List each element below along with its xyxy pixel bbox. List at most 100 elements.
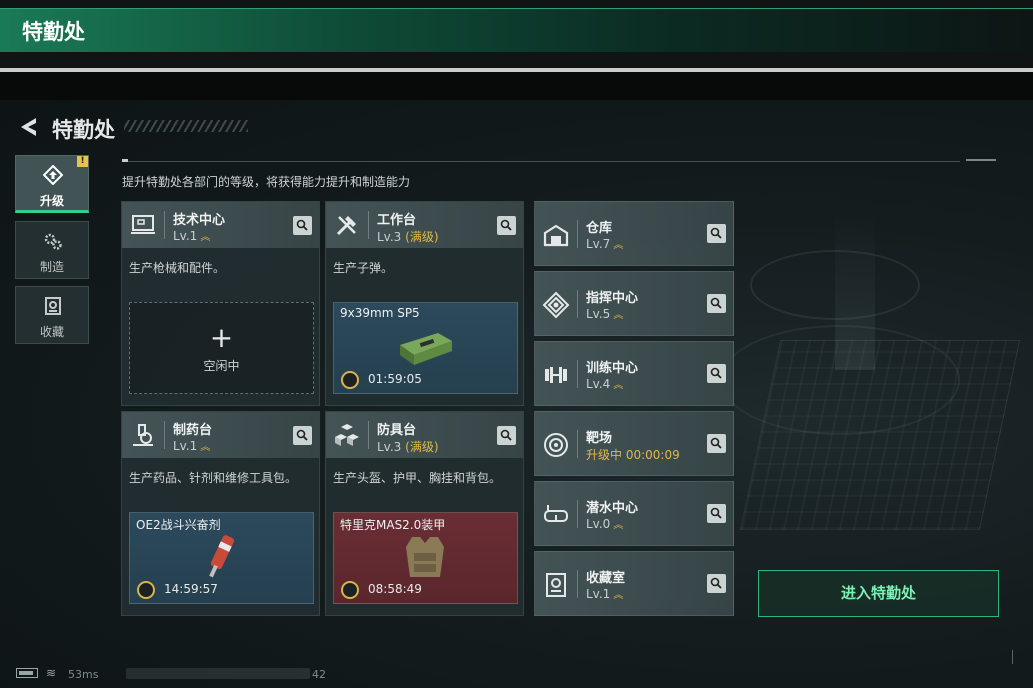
dept-level: Lv.1 ︽ xyxy=(173,439,211,453)
tab-craft[interactable]: 制造 xyxy=(15,221,89,279)
upgrade-arrow-icon: ︽ xyxy=(613,240,624,251)
dept-level: Lv.3 (满级) xyxy=(377,440,439,454)
game-panel: 特勤处 提升特勤处各部门的等级，将获得能力提升和制造能力 ! 升级 制造 收藏 xyxy=(0,100,1033,688)
collection-icon xyxy=(45,297,61,315)
header-separator xyxy=(368,211,369,239)
header-separator xyxy=(164,211,165,239)
search-icon[interactable] xyxy=(707,364,726,383)
title-decoration xyxy=(124,120,248,132)
upgrade-icon xyxy=(43,165,63,185)
dept-level: Lv.3 (满级) xyxy=(377,230,439,244)
search-icon[interactable] xyxy=(293,216,312,235)
banner-strip xyxy=(0,8,1033,52)
timer-icon xyxy=(341,581,359,599)
body-armor-icon xyxy=(406,537,444,577)
dept-card-armor-bench[interactable]: 防具台 Lv.3 (满级) 生产头盔、护甲、胸挂和背包。 特里克MAS2.0装甲… xyxy=(325,411,524,616)
battery-icon xyxy=(16,668,38,678)
search-icon[interactable] xyxy=(707,504,726,523)
dept-row-command-center[interactable]: 指挥中心 Lv.5 ︽ xyxy=(534,271,734,336)
dept-level: Lv.1 ︽ xyxy=(173,229,211,243)
search-icon[interactable] xyxy=(707,434,726,453)
alert-badge: ! xyxy=(77,156,88,167)
header-separator xyxy=(577,430,578,458)
production-slot[interactable]: 9x39mm SP5 01:59:05 xyxy=(333,302,518,394)
banner-gap xyxy=(0,72,1033,100)
dept-row-shooting-range[interactable]: 靶场 升级中 00:00:09 xyxy=(534,411,734,476)
dept-row-diving-center[interactable]: 潜水中心 Lv.0 ︽ xyxy=(534,481,734,546)
dept-description: 生产头盔、护甲、胸挂和背包。 xyxy=(333,471,502,485)
tab-upgrade[interactable]: ! 升级 xyxy=(15,155,89,213)
search-icon[interactable] xyxy=(707,224,726,243)
product-name: 9x39mm SP5 xyxy=(340,306,420,320)
dept-level: Lv.4 ︽ xyxy=(586,377,624,391)
dept-description: 生产药品、针剂和维修工具包。 xyxy=(129,471,298,485)
dept-description: 生产子弹。 xyxy=(333,261,394,275)
dept-card-pharmacy[interactable]: 制药台 Lv.1 ︽ 生产药品、针剂和维修工具包。 OE2战斗兴奋剂 14:59:… xyxy=(121,411,320,616)
search-icon[interactable] xyxy=(707,574,726,593)
search-icon[interactable] xyxy=(707,294,726,313)
timer-icon xyxy=(341,371,359,389)
wifi-icon: ≋ xyxy=(46,666,57,680)
upgrade-arrow-icon: ︽ xyxy=(613,380,624,391)
corner-decoration xyxy=(1012,650,1013,664)
timer-icon xyxy=(137,581,155,599)
header-tick xyxy=(122,159,128,162)
search-icon[interactable] xyxy=(497,426,516,445)
dept-name: 潜水中心 xyxy=(586,501,639,516)
dept-level: Lv.7 ︽ xyxy=(586,237,624,251)
search-icon[interactable] xyxy=(293,426,312,445)
header-separator xyxy=(577,290,578,318)
uid-redacted xyxy=(126,668,310,679)
status-bar: ≋ 53ms 42 xyxy=(0,662,1033,688)
product-name: OE2战斗兴奋剂 xyxy=(136,518,221,532)
enter-special-ops-button[interactable]: 进入特勤处 xyxy=(758,570,999,617)
dept-level: Lv.5 ︽ xyxy=(586,307,624,321)
dept-card-tech-center[interactable]: 技术中心 Lv.1 ︽ 生产枪械和配件。 + 空闲中 xyxy=(121,201,320,406)
production-slot[interactable]: OE2战斗兴奋剂 14:59:57 xyxy=(129,512,314,604)
slot-status: 空闲中 xyxy=(203,359,240,373)
dumbbell-icon xyxy=(545,367,567,383)
tab-collection[interactable]: 收藏 xyxy=(15,286,89,344)
header-divider xyxy=(122,161,960,162)
dept-row-training-center[interactable]: 训练中心 Lv.4 ︽ xyxy=(534,341,734,406)
gears-icon xyxy=(44,233,62,250)
page-title: 特勤处 xyxy=(52,118,115,142)
diving-mask-icon xyxy=(544,505,568,522)
upgrade-arrow-icon: ︽ xyxy=(613,520,624,531)
collection-room-icon xyxy=(546,573,566,597)
dept-row-warehouse[interactable]: 仓库 Lv.7 ︽ xyxy=(534,201,734,266)
search-icon[interactable] xyxy=(497,216,516,235)
add-icon: + xyxy=(209,321,234,354)
dept-row-collection-room[interactable]: 收藏室 Lv.1 ︽ xyxy=(534,551,734,616)
back-arrow-icon[interactable] xyxy=(16,115,40,139)
dept-card-workbench[interactable]: 工作台 Lv.3 (满级) 生产子弹。 9x39mm SP5 01:59:05 xyxy=(325,201,524,406)
dept-level: Lv.1 ︽ xyxy=(586,587,624,601)
production-slot[interactable]: 特里克MAS2.0装甲 08:58:49 xyxy=(333,512,518,604)
dept-name: 制药台 xyxy=(173,423,213,438)
dept-name: 靶场 xyxy=(586,431,613,446)
header-separator xyxy=(368,421,369,449)
upgrade-arrow-icon: ︽ xyxy=(613,590,624,601)
dept-name: 防具台 xyxy=(377,423,417,438)
production-slot-empty[interactable]: + 空闲中 xyxy=(129,302,314,394)
dept-name: 仓库 xyxy=(586,221,613,236)
header-separator xyxy=(577,500,578,528)
hammer-wrench-icon xyxy=(336,216,356,236)
bg-building-illustration xyxy=(739,340,1021,530)
card-header: 工作台 Lv.3 (满级) xyxy=(326,202,523,248)
ping-readout: 53ms xyxy=(68,668,99,681)
max-level-tag: (满级) xyxy=(405,230,439,244)
card-header: 制药台 Lv.1 ︽ xyxy=(122,412,319,458)
dept-level: Lv.0 ︽ xyxy=(586,517,624,531)
upgrade-arrow-icon: ︽ xyxy=(613,310,624,321)
upgrade-status: 升级中 00:00:09 xyxy=(586,448,680,462)
header-separator xyxy=(577,570,578,598)
header-separator xyxy=(164,421,165,449)
dept-description: 生产枪械和配件。 xyxy=(129,261,226,275)
dept-name: 指挥中心 xyxy=(586,291,639,306)
card-header: 防具台 Lv.3 (满级) xyxy=(326,412,523,458)
stimulant-injector-icon xyxy=(209,535,235,578)
dept-name: 训练中心 xyxy=(586,361,639,376)
dept-name: 技术中心 xyxy=(173,213,226,228)
warehouse-icon xyxy=(543,224,569,247)
